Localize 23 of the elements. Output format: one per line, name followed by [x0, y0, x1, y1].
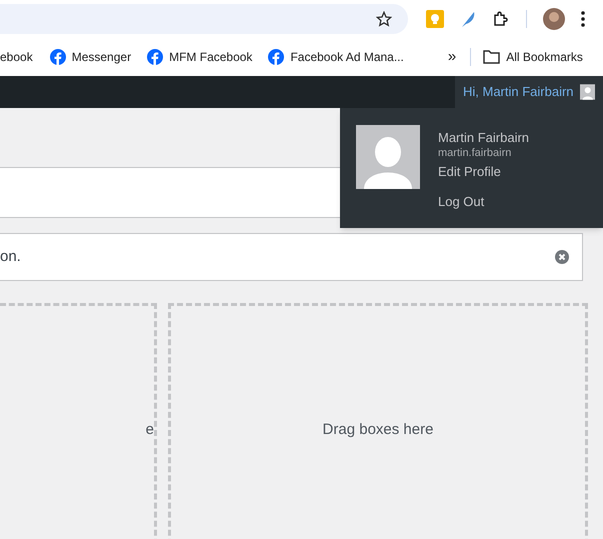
bookmark[interactable]: ebook: [0, 48, 33, 66]
drop-zone-label: Drag boxes here: [322, 420, 434, 440]
notice-text: on.: [0, 246, 21, 267]
menu-icon[interactable]: [581, 10, 585, 26]
user-name[interactable]: Martin Fairbairn: [438, 129, 530, 146]
avatar-icon: [580, 83, 595, 101]
avatar-icon: [356, 125, 420, 189]
account-menu[interactable]: Hi, Martin Fairbairn: [455, 76, 603, 108]
feather-icon[interactable]: [460, 10, 476, 28]
close-icon[interactable]: [555, 250, 569, 264]
avatar-icon[interactable]: [543, 8, 565, 30]
bookmark[interactable]: MFM Facebook: [147, 48, 252, 66]
menu-link[interactable]: Log Out: [438, 193, 530, 210]
bookmark[interactable]: All Bookmarks: [483, 48, 583, 66]
drop-zone-label: e: [146, 420, 154, 440]
bookmark[interactable]: Messenger: [50, 48, 132, 66]
puzzle-icon[interactable]: [492, 10, 510, 28]
menu-link[interactable]: Edit Profile: [438, 163, 530, 180]
star-icon[interactable]: [376, 11, 392, 27]
folder-icon: [483, 50, 500, 64]
bookmark[interactable]: Facebook Ad Mana...: [268, 48, 404, 66]
more-bookmarks-button[interactable]: »: [448, 49, 456, 64]
username: martin.fairbairn: [438, 146, 512, 160]
